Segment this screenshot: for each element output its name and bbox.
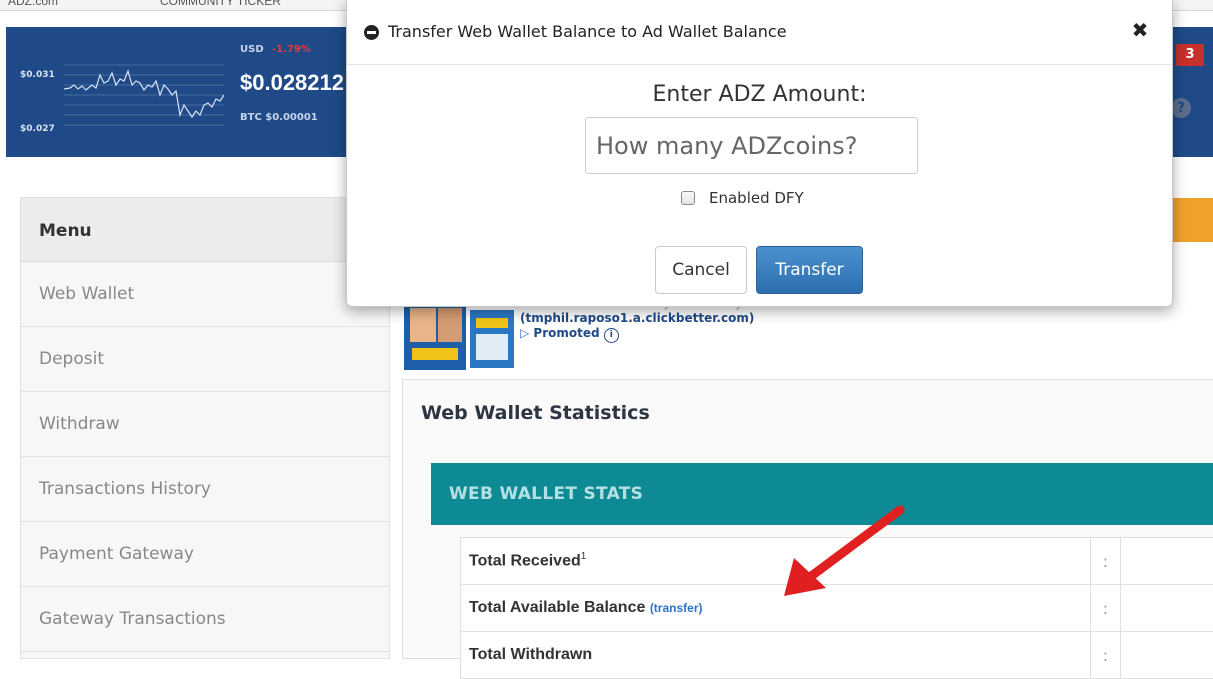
modal-title: Transfer Web Wallet Balance to Ad Wallet… [388,22,787,41]
amount-input[interactable] [585,117,918,174]
modal-header: Transfer Web Wallet Balance to Ad Wallet… [347,0,1172,65]
cancel-button[interactable]: Cancel [655,246,747,294]
close-icon[interactable]: ✖ [1128,18,1152,42]
minus-circle-icon [364,25,379,40]
dfy-label[interactable]: Enabled DFY [709,189,804,207]
transfer-button[interactable]: Transfer [756,246,863,294]
dfy-checkbox[interactable] [681,191,695,205]
transfer-modal: Transfer Web Wallet Balance to Ad Wallet… [346,0,1173,307]
dfy-row: Enabled DFY [681,188,804,208]
amount-label: Enter ADZ Amount: [347,82,1172,107]
